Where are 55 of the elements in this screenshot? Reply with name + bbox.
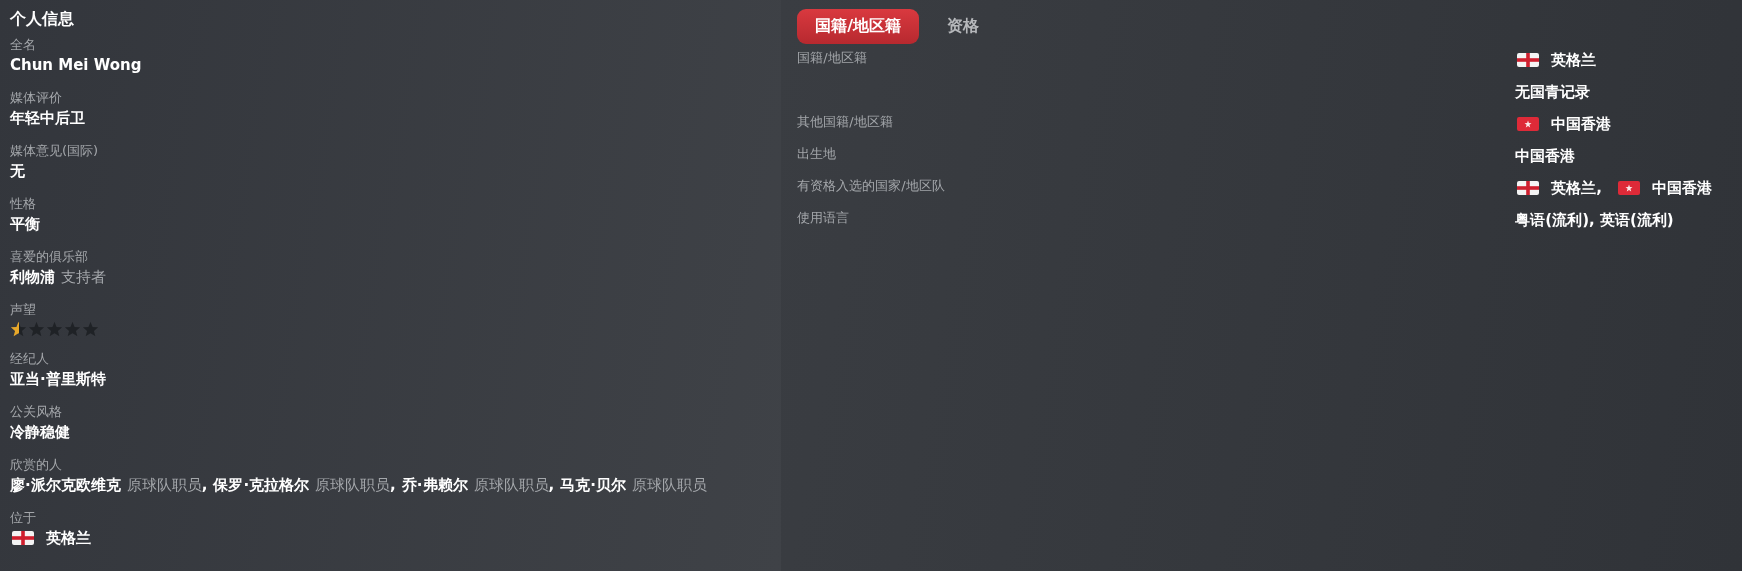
- field-label: 公关风格: [10, 403, 62, 421]
- flag-icon: [1618, 181, 1640, 195]
- flag-icon: [1517, 53, 1540, 67]
- person-role: 原球队职员: [631, 475, 707, 496]
- tab[interactable]: 资格: [929, 9, 998, 44]
- star-icon: [82, 321, 99, 337]
- field-label: 喜爱的俱乐部: [10, 248, 88, 266]
- field-label: 媒体评价: [10, 89, 62, 107]
- flag-icon: [1517, 117, 1540, 131]
- row-value: 粤语(流利), 英语(流利): [1515, 210, 1674, 231]
- flag-icon: [1517, 181, 1540, 195]
- field-value: 亚当·普里斯特: [10, 369, 106, 390]
- person-role: 原球队职员: [473, 475, 549, 496]
- row-value: 中国香港: [1515, 146, 1576, 167]
- separator: ,: [390, 475, 396, 496]
- person-name: 乔·弗赖尔: [401, 475, 468, 496]
- separator: ,: [201, 475, 208, 496]
- tab[interactable]: 国籍/地区籍: [797, 9, 920, 44]
- star-icon: [46, 321, 63, 337]
- star-icon: [64, 321, 81, 337]
- row-label: 有资格入选的国家/地区队: [797, 177, 945, 195]
- person-name: 廖·派尔克欧维克: [10, 475, 121, 496]
- section-title: 个人信息: [10, 9, 74, 30]
- row-label: 使用语言: [797, 209, 850, 227]
- row-value: 无国青记录: [1515, 82, 1591, 103]
- field-label: 声望: [10, 301, 36, 319]
- field-label: 欣赏的人: [10, 456, 62, 474]
- star-icon: [28, 321, 45, 337]
- person-role: 原球队职员: [315, 475, 391, 496]
- field-value: 平衡: [10, 214, 40, 235]
- field-label: 全名: [10, 36, 36, 54]
- row-value: 中国香港: [1551, 114, 1612, 135]
- field-note: 支持者: [61, 267, 106, 288]
- row-label: 出生地: [797, 145, 837, 163]
- field-value: 冷静稳健: [10, 422, 70, 443]
- field-label: 媒体意见(国际): [10, 142, 99, 160]
- field-label: 经纪人: [10, 350, 49, 368]
- row-label: 国籍/地区籍: [797, 49, 867, 67]
- field-value: 无: [10, 161, 25, 182]
- person-role: 原球队职员: [126, 475, 202, 496]
- row-value: 英格兰,: [1551, 178, 1602, 199]
- row-value: 中国香港: [1652, 178, 1712, 199]
- star-icon: [10, 321, 27, 337]
- person-name: 马克·贝尔: [560, 475, 626, 496]
- field-value: Chun Mei Wong: [10, 55, 142, 76]
- field-label: 性格: [10, 195, 36, 213]
- field-value: 年轻中后卫: [10, 108, 85, 129]
- row-label: 其他国籍/地区籍: [797, 113, 893, 131]
- row-value: 英格兰: [1551, 50, 1597, 71]
- field-value: 利物浦: [10, 267, 55, 288]
- flag-icon: [12, 531, 34, 545]
- field-value: 英格兰: [46, 528, 91, 549]
- person-name: 保罗·克拉格尔: [213, 475, 310, 496]
- field-label: 位于: [10, 509, 36, 527]
- separator: ,: [548, 475, 555, 496]
